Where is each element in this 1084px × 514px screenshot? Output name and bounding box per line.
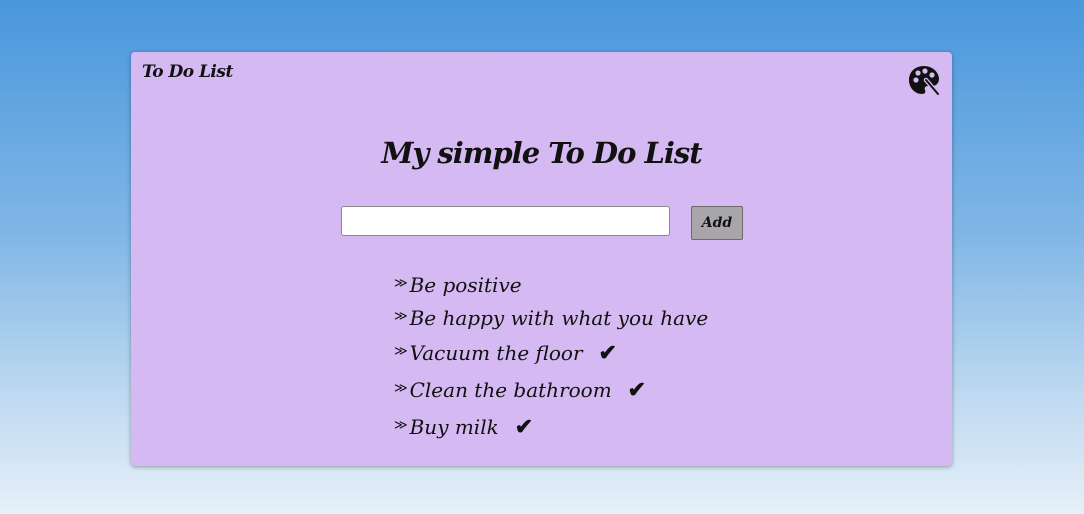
page-title: My simple To Do List bbox=[381, 136, 702, 170]
chevron-icon: ≫ bbox=[394, 309, 408, 324]
todo-item-done[interactable]: ≫ Clean the bathroom ✔ bbox=[394, 371, 708, 408]
palette-icon[interactable] bbox=[907, 64, 941, 96]
checkmark-icon: ✔ bbox=[514, 413, 534, 440]
chevron-icon: ≫ bbox=[394, 276, 408, 291]
task-input[interactable] bbox=[341, 206, 670, 236]
add-button[interactable]: Add bbox=[691, 206, 743, 240]
chevron-icon: ≫ bbox=[394, 418, 408, 433]
todo-text: Clean the bathroom bbox=[409, 377, 612, 402]
todo-card: To Do List My simple To Do List Add ≫ Be… bbox=[131, 52, 952, 466]
chevron-icon: ≫ bbox=[394, 344, 408, 359]
todo-text: Buy milk bbox=[409, 414, 499, 439]
checkmark-icon: ✔ bbox=[598, 339, 617, 366]
todo-text: Be happy with what you have bbox=[409, 305, 709, 330]
todo-list: ≫ Be positive ≫ Be happy with what you h… bbox=[394, 268, 708, 445]
chevron-icon: ≫ bbox=[394, 381, 408, 396]
todo-text: Vacuum the floor bbox=[409, 340, 583, 365]
todo-text: Be positive bbox=[409, 272, 522, 297]
todo-item-done[interactable]: ≫ Buy milk ✔ bbox=[394, 408, 708, 445]
todo-item-done[interactable]: ≫ Vacuum the floor ✔ bbox=[394, 334, 708, 371]
todo-item[interactable]: ≫ Be positive bbox=[394, 268, 708, 301]
todo-item[interactable]: ≫ Be happy with what you have bbox=[394, 301, 708, 334]
checkmark-icon: ✔ bbox=[627, 376, 647, 403]
brand-logo[interactable]: To Do List bbox=[142, 62, 233, 82]
